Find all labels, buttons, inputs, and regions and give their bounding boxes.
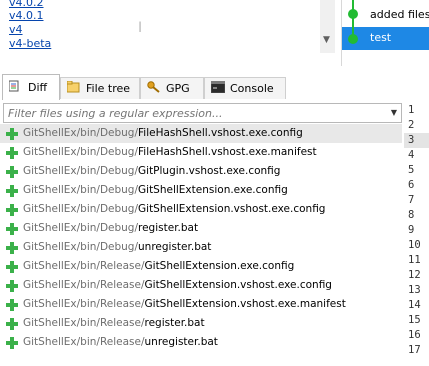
file-path: GitShellEx/bin/Debug/ <box>23 146 139 158</box>
changed-files-list: GitShellEx/bin/Debug/FileHashShell.vshos… <box>0 124 402 352</box>
file-name: register.bat <box>144 317 205 329</box>
file-path: GitShellEx/bin/Release/ <box>23 279 145 291</box>
line-number: 1 <box>408 104 415 116</box>
commit-info-tabs: Diff File tree GPG Console <box>0 73 288 101</box>
line-number: 7 <box>408 194 415 206</box>
tab-label: Diff <box>28 81 48 94</box>
line-number: 15 <box>408 314 421 326</box>
console-icon <box>210 80 226 96</box>
added-file-icon <box>6 298 18 311</box>
chevron-down-icon[interactable]: ▼ <box>323 35 330 45</box>
added-file-icon <box>6 127 18 140</box>
list-item[interactable]: GitShellEx/bin/Release/GitShellExtension… <box>0 257 402 276</box>
key-icon <box>147 81 161 96</box>
added-file-icon <box>6 222 18 235</box>
tab-label: File tree <box>86 82 131 95</box>
file-path: GitShellEx/bin/Debug/ <box>23 184 139 196</box>
line-number: 9 <box>408 224 415 236</box>
line-number: 12 <box>408 269 421 281</box>
commit-node-icon <box>348 34 358 44</box>
line-number: 8 <box>408 209 415 221</box>
file-path: GitShellEx/bin/Release/ <box>23 260 145 272</box>
file-name: GitShellExtension.vshost.exe.config <box>138 203 326 215</box>
branch-list-scrollbar[interactable]: ▼ <box>320 0 335 53</box>
list-item[interactable]: GitShellEx/bin/Debug/FileHashShell.vshos… <box>0 143 402 162</box>
list-item[interactable]: GitShellEx/bin/Release/GitShellExtension… <box>0 276 402 295</box>
added-file-icon <box>6 317 18 330</box>
list-item[interactable]: GitShellEx/bin/Debug/GitPlugin.vshost.ex… <box>0 162 402 181</box>
line-number: 10 <box>408 239 421 251</box>
diff-icon <box>8 80 23 95</box>
tab-console[interactable]: Console <box>204 77 286 99</box>
tab-label: Console <box>230 82 274 95</box>
file-path: GitShellEx/bin/Debug/ <box>23 222 139 234</box>
file-path: GitShellEx/bin/Debug/ <box>23 241 139 253</box>
file-path: GitShellEx/bin/Release/ <box>23 298 145 310</box>
commit-message[interactable]: added files <box>370 8 429 21</box>
commit-graph-panel: added files test <box>341 0 429 66</box>
list-item[interactable]: GitShellEx/bin/Debug/register.bat <box>0 219 402 238</box>
list-item[interactable]: GitShellEx/bin/Debug/FileHashShell.vshos… <box>0 124 402 143</box>
line-number: 2 <box>408 119 415 131</box>
list-item[interactable]: GitShellEx/bin/Debug/unregister.bat <box>0 238 402 257</box>
commit-message: test <box>370 31 392 44</box>
list-item[interactable]: GitShellEx/bin/Release/register.bat <box>0 314 402 333</box>
file-path: GitShellEx/bin/Release/ <box>23 317 145 329</box>
chevron-down-icon[interactable]: ▼ <box>391 108 397 117</box>
list-item[interactable]: GitShellEx/bin/Release/GitShellExtension… <box>0 295 402 314</box>
file-path: GitShellEx/bin/Release/ <box>23 336 145 348</box>
list-item[interactable]: GitShellEx/bin/Debug/GitShellExtension.v… <box>0 200 402 219</box>
line-number: 5 <box>408 164 415 176</box>
tab-file-tree[interactable]: File tree <box>60 77 140 99</box>
diff-line-gutter: 1 2 3 4 5 6 7 8 9 10 11 12 13 14 15 16 1… <box>404 103 429 366</box>
branch-link[interactable]: v4.0.1 <box>9 9 44 22</box>
added-file-icon <box>6 336 18 349</box>
line-number: 11 <box>408 254 421 266</box>
branch-link[interactable]: v4-beta <box>9 37 51 50</box>
branch-link[interactable]: v4 <box>9 23 23 36</box>
file-name: unregister.bat <box>138 241 212 253</box>
added-file-icon <box>6 184 18 197</box>
line-number: 14 <box>408 299 421 311</box>
line-number: 4 <box>408 149 415 161</box>
line-number: 6 <box>408 179 415 191</box>
line-number: 16 <box>408 329 421 341</box>
branch-link[interactable]: v4.0.2 <box>9 0 44 9</box>
line-number: 3 <box>404 133 429 148</box>
file-name: GitShellExtension.exe.config <box>138 184 288 196</box>
file-path: GitShellEx/bin/Debug/ <box>23 203 139 215</box>
git-extensions-window: v4.0.2 v4.0.1 v4 v4-beta I ▼ added files… <box>0 0 429 366</box>
file-name: GitShellExtension.vshost.exe.manifest <box>144 298 346 310</box>
file-name: GitShellExtension.exe.config <box>144 260 295 272</box>
file-tree-icon <box>66 80 81 96</box>
file-name: FileHashShell.vshost.exe.manifest <box>138 146 317 158</box>
tab-diff[interactable]: Diff <box>2 74 60 100</box>
file-name: unregister.bat <box>144 336 218 348</box>
tab-label: GPG <box>166 82 190 95</box>
filter-input[interactable] <box>4 104 382 122</box>
added-file-icon <box>6 279 18 292</box>
added-file-icon <box>6 241 18 254</box>
list-item[interactable]: GitShellEx/bin/Release/unregister.bat <box>0 333 402 352</box>
file-filter-combobox[interactable]: ▼ <box>3 103 402 123</box>
file-name: GitShellExtension.vshost.exe.config <box>144 279 332 291</box>
added-file-icon <box>6 165 18 178</box>
text-cursor-icon: I <box>138 20 143 36</box>
commit-row-selected[interactable]: test <box>342 23 429 50</box>
list-item[interactable]: GitShellEx/bin/Debug/GitShellExtension.e… <box>0 181 402 200</box>
file-path: GitShellEx/bin/Debug/ <box>23 165 139 177</box>
added-file-icon <box>6 146 18 159</box>
added-file-icon <box>6 260 18 273</box>
tab-gpg[interactable]: GPG <box>140 77 204 99</box>
file-name: register.bat <box>138 222 199 234</box>
line-number: 13 <box>408 284 421 296</box>
file-name: GitPlugin.vshost.exe.config <box>138 165 281 177</box>
branch-list: v4.0.2 v4.0.1 v4 v4-beta I ▼ <box>0 0 336 53</box>
file-name: FileHashShell.vshost.exe.config <box>138 127 303 139</box>
file-path: GitShellEx/bin/Debug/ <box>23 127 139 139</box>
line-number: 17 <box>408 344 421 356</box>
commit-node-icon <box>348 9 358 19</box>
added-file-icon <box>6 203 18 216</box>
